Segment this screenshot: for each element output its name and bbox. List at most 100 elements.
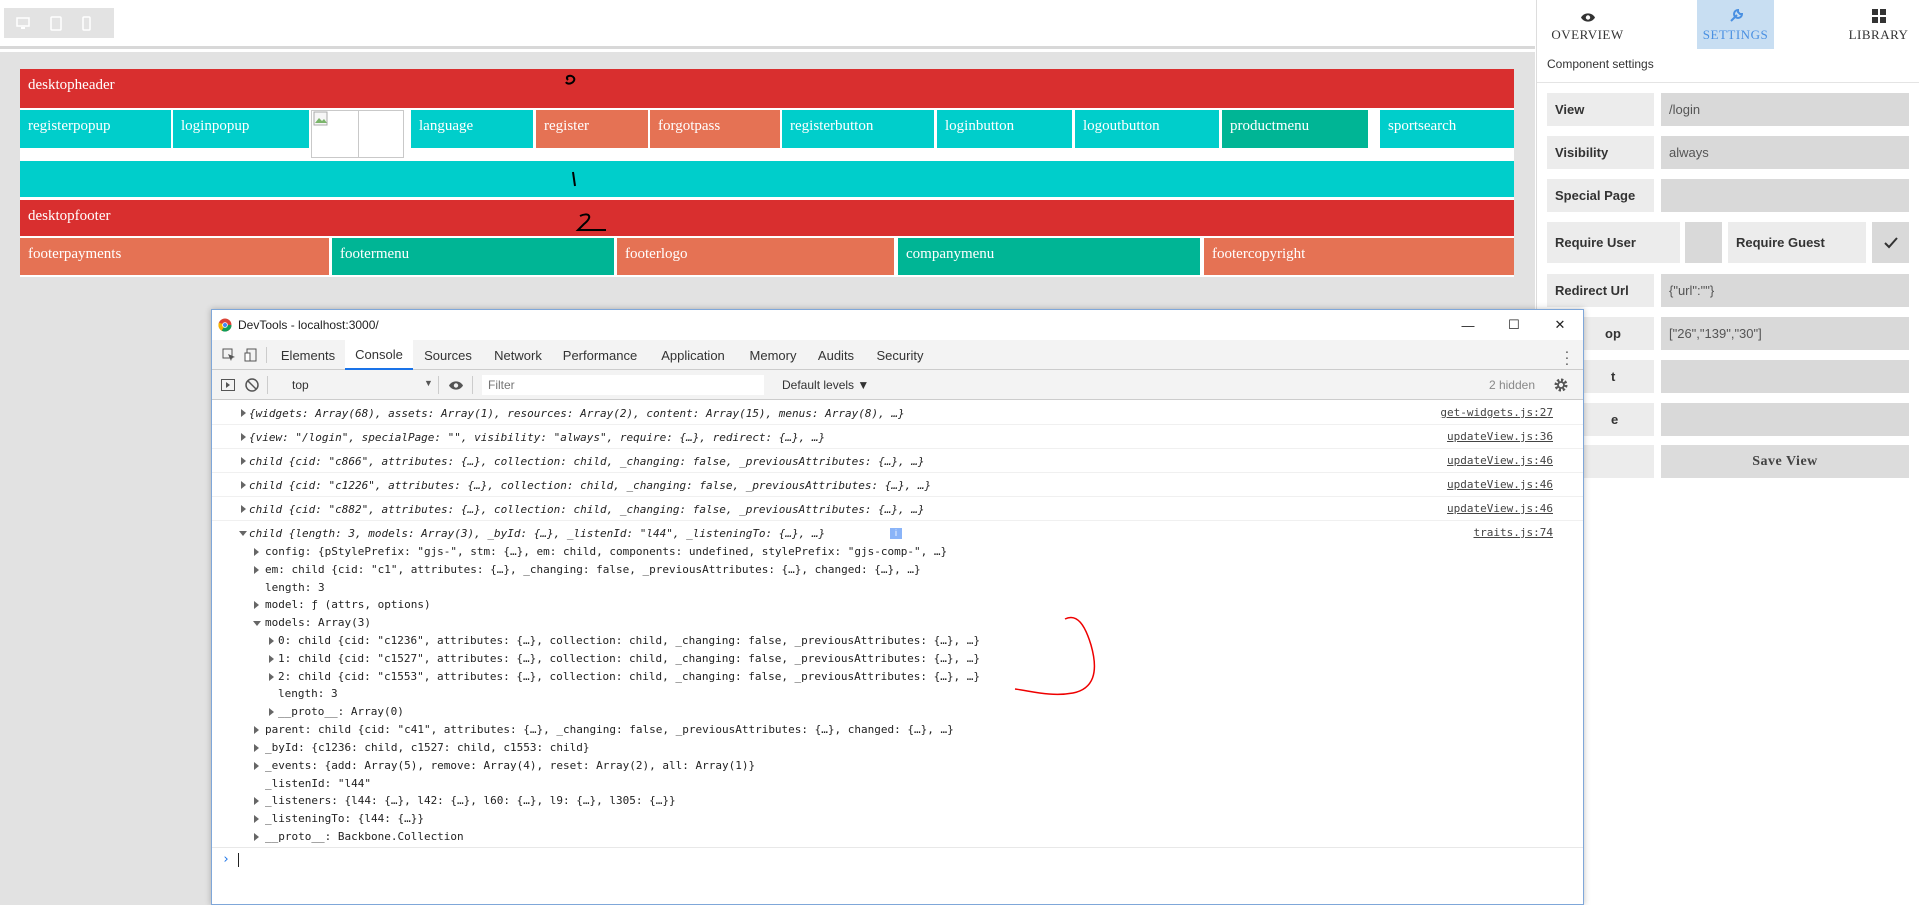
log-source-link[interactable]: updateView.js:46: [1447, 502, 1553, 515]
log-source-link[interactable]: updateView.js:46: [1447, 454, 1553, 467]
expand-arrow-icon[interactable]: [269, 673, 274, 681]
expand-arrow-icon[interactable]: [254, 833, 259, 841]
tab-audits[interactable]: Audits: [807, 340, 865, 370]
require-user-checkbox[interactable]: [1685, 222, 1722, 263]
expanded-log-entry[interactable]: child {length: 3, models: Array(3), _byI…: [212, 521, 1583, 843]
e-field-input[interactable]: [1661, 403, 1909, 436]
minimize-icon[interactable]: —: [1445, 310, 1491, 340]
log-entry[interactable]: child {cid: "c866", attributes: {…}, col…: [212, 449, 1583, 473]
visibility-select[interactable]: always: [1661, 136, 1909, 169]
tab-memory[interactable]: Memory: [739, 340, 807, 370]
tab-sources[interactable]: Sources: [413, 340, 483, 370]
log-entry[interactable]: child {cid: "c882", attributes: {…}, col…: [212, 497, 1583, 521]
expand-arrow-icon[interactable]: [254, 726, 259, 734]
log-source-link[interactable]: traits.js:74: [1474, 526, 1553, 540]
more-menu-icon[interactable]: ...: [1565, 341, 1569, 368]
close-icon[interactable]: ✕: [1537, 310, 1583, 340]
redirect-url-input[interactable]: {"url":""}: [1661, 274, 1909, 307]
tab-network[interactable]: Network: [483, 340, 553, 370]
log-levels-dropdown[interactable]: Default levels ▼: [782, 378, 869, 392]
expand-arrow-icon[interactable]: [241, 481, 246, 489]
live-expression-eye-icon[interactable]: [448, 380, 464, 391]
widget-companymenu[interactable]: companymenu: [898, 238, 1200, 275]
expand-arrow-icon[interactable]: [254, 797, 259, 805]
console-output[interactable]: {widgets: Array(68), assets: Array(1), r…: [212, 401, 1583, 901]
desktopfooter-row[interactable]: desktopfooter: [20, 200, 1514, 236]
expand-arrow-icon[interactable]: [241, 457, 246, 465]
tab-library[interactable]: LIBRARY: [1837, 0, 1919, 49]
t-field-input[interactable]: [1661, 360, 1909, 393]
widget-registerbutton[interactable]: registerbutton: [782, 110, 934, 148]
expand-arrow-icon[interactable]: [254, 815, 259, 823]
mobile-icon[interactable]: [82, 15, 91, 31]
require-user-label: Require User: [1547, 222, 1680, 263]
models-length: length: 3: [278, 687, 338, 700]
log-source-link[interactable]: updateView.js:46: [1447, 478, 1553, 491]
widget-image-placeholder[interactable]: [311, 110, 404, 158]
expand-arrow-icon[interactable]: [269, 708, 274, 716]
prop-parent: parent: child {cid: "c41", attributes: {…: [265, 723, 954, 736]
widget-productmenu[interactable]: productmenu: [1222, 110, 1368, 148]
widget-loginbutton[interactable]: loginbutton: [937, 110, 1072, 148]
collapse-arrow-icon[interactable]: [253, 621, 261, 626]
content-row[interactable]: [20, 161, 1514, 197]
widget-forgotpass[interactable]: forgotpass: [650, 110, 780, 148]
info-icon[interactable]: i: [890, 528, 902, 539]
expand-arrow-icon[interactable]: [241, 505, 246, 513]
tab-performance[interactable]: Performance: [553, 340, 647, 370]
tab-console[interactable]: Console: [345, 340, 413, 370]
tablet-icon[interactable]: [50, 15, 62, 31]
log-entry[interactable]: {widgets: Array(68), assets: Array(1), r…: [212, 401, 1583, 425]
desktopheader-row[interactable]: desktopheader: [20, 69, 1514, 108]
widget-footerlogo[interactable]: footerlogo: [617, 238, 894, 275]
require-guest-checkbox[interactable]: [1872, 222, 1909, 263]
log-source-link[interactable]: get-widgets.js:27: [1440, 406, 1553, 419]
expand-arrow-icon[interactable]: [254, 744, 259, 752]
special-page-input[interactable]: [1661, 179, 1909, 212]
save-view-button[interactable]: Save View: [1661, 445, 1909, 478]
maximize-icon[interactable]: ☐: [1491, 310, 1537, 340]
widget-logoutbutton[interactable]: logoutbutton: [1075, 110, 1219, 148]
tab-security[interactable]: Security: [865, 340, 935, 370]
log-entry[interactable]: {view: "/login", specialPage: "", visibi…: [212, 425, 1583, 449]
tab-settings[interactable]: SETTINGS: [1697, 0, 1774, 49]
redirect-url-label: Redirect Url: [1547, 274, 1654, 307]
log-entry[interactable]: child {cid: "c1226", attributes: {…}, co…: [212, 473, 1583, 497]
console-input-caret[interactable]: [238, 853, 239, 867]
expand-arrow-icon[interactable]: [269, 655, 274, 663]
sidebar-toggle-icon[interactable]: [221, 379, 235, 391]
widget-loginpopup[interactable]: loginpopup: [173, 110, 309, 148]
widget-language[interactable]: language: [411, 110, 533, 148]
expand-arrow-icon[interactable]: [254, 762, 259, 770]
widget-label: footercopyright: [1212, 246, 1306, 262]
settings-panel: OVERVIEW SETTINGS LIBRARY Component sett…: [1536, 0, 1919, 905]
expand-arrow-icon[interactable]: [241, 433, 246, 441]
desktop-icon[interactable]: [16, 16, 30, 30]
tab-elements[interactable]: Elements: [271, 340, 345, 370]
widget-sportsearch[interactable]: sportsearch: [1380, 110, 1514, 148]
expand-arrow-icon[interactable]: [241, 409, 246, 417]
gear-icon[interactable]: [1553, 377, 1569, 393]
expand-arrow-icon[interactable]: [254, 601, 259, 609]
inspect-icon[interactable]: [222, 348, 236, 362]
context-dropdown-icon[interactable]: ▼: [424, 378, 433, 388]
tab-overview[interactable]: OVERVIEW: [1537, 0, 1638, 49]
expand-arrow-icon[interactable]: [269, 637, 274, 645]
expand-arrow-icon[interactable]: [254, 548, 259, 556]
widget-footermenu[interactable]: footermenu: [332, 238, 614, 275]
widget-footerpayments[interactable]: footerpayments: [20, 238, 329, 275]
row-label: desktopfooter: [28, 208, 111, 224]
log-source-link[interactable]: updateView.js:36: [1447, 430, 1553, 443]
widget-footercopyright[interactable]: footercopyright: [1204, 238, 1514, 275]
collapse-arrow-icon[interactable]: [239, 531, 247, 536]
tab-application[interactable]: Application: [647, 340, 739, 370]
console-filter-input[interactable]: [482, 375, 764, 395]
view-input[interactable]: /login: [1661, 93, 1909, 126]
expand-arrow-icon[interactable]: [254, 566, 259, 574]
widget-registerpopup[interactable]: registerpopup: [20, 110, 171, 148]
clear-console-icon[interactable]: [245, 378, 259, 392]
prop-listeningto: _listeningTo: {l44: {…}}: [265, 812, 424, 825]
context-selector[interactable]: top: [292, 378, 309, 392]
device-toggle-icon[interactable]: [244, 348, 258, 362]
pop-input[interactable]: ["26","139","30"]: [1661, 317, 1909, 350]
